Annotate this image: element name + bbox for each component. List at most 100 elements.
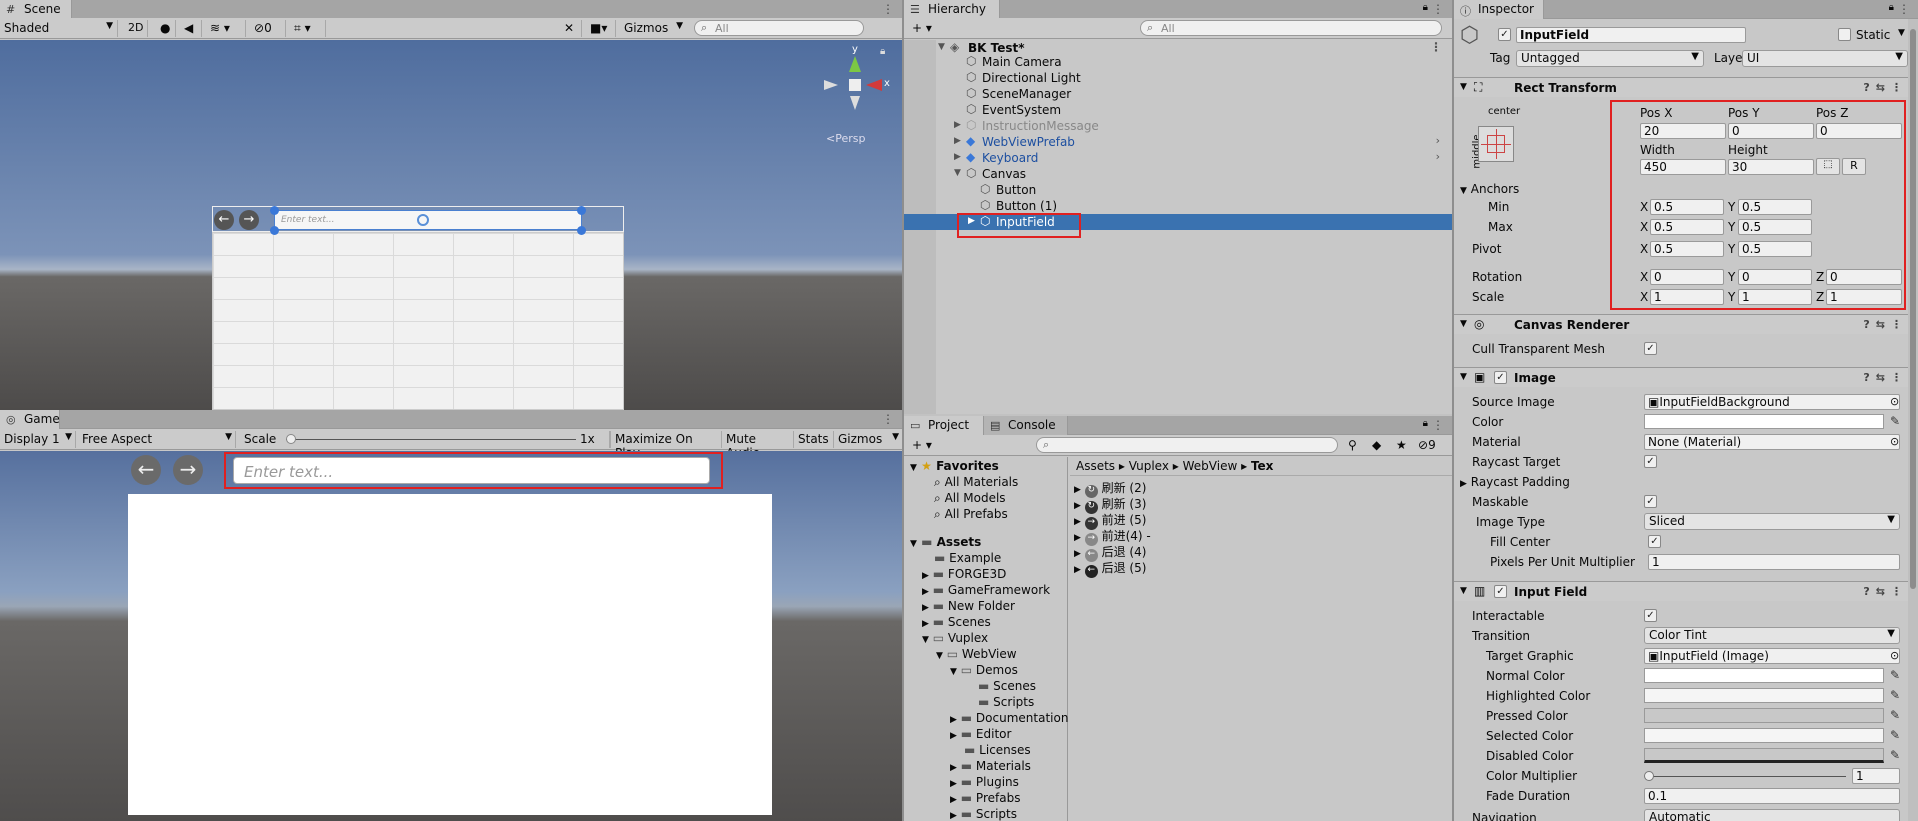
game-viewport[interactable]: ← → Enter text...: [0, 451, 902, 821]
active-checkbox[interactable]: ✓: [1498, 28, 1511, 41]
chevron-right-icon[interactable]: ›: [1436, 150, 1440, 163]
anchor-preset-button[interactable]: [1478, 126, 1514, 162]
tab-hierarchy[interactable]: ☰ Hierarchy: [904, 0, 1000, 19]
create-button[interactable]: + ▾: [908, 20, 938, 37]
handle-top-right[interactable]: [577, 206, 586, 215]
hierarchy-item-eventsystem[interactable]: ⬡ EventSystem: [904, 102, 1452, 118]
folder-demos-scripts[interactable]: ▬ Scripts: [978, 695, 1034, 711]
folder-demos-scenes[interactable]: ▬ Scenes: [978, 679, 1036, 695]
hierarchy-menu-icon[interactable]: ⋮: [1432, 2, 1444, 16]
target-graphic-field[interactable]: ▣InputField (Image): [1644, 648, 1900, 664]
persp-label[interactable]: <Persp: [826, 132, 865, 145]
stats-button[interactable]: Stats: [794, 431, 834, 448]
folder-plugins[interactable]: ▶ ▬ Plugins: [950, 775, 1019, 791]
shading-dropdown[interactable]: Shaded ▼: [0, 20, 118, 37]
fade-duration-field[interactable]: 0.1: [1644, 788, 1900, 804]
image-type-dropdown[interactable]: Sliced ▼: [1644, 513, 1900, 530]
eyedropper-icon[interactable]: ✎: [1890, 748, 1900, 762]
project-search-input[interactable]: ⌕: [1036, 437, 1338, 453]
cull-mesh-checkbox[interactable]: ✓: [1644, 342, 1657, 355]
breadcrumb-webview[interactable]: WebView: [1183, 459, 1238, 473]
color-multiplier-field[interactable]: 1: [1852, 768, 1900, 784]
object-name-input[interactable]: InputField: [1516, 27, 1746, 43]
component-header-icons[interactable]: ?⇆⋮: [1863, 585, 1908, 598]
tab-scene[interactable]: # Scene: [0, 0, 72, 19]
hidden-packages-toggle[interactable]: ⊘9: [1414, 437, 1448, 454]
component-header-icons[interactable]: ?⇆⋮: [1863, 81, 1908, 94]
lock-icon[interactable]: 🔒︎: [1423, 418, 1428, 429]
game-back-button[interactable]: ←: [131, 455, 161, 485]
camera-icon[interactable]: ■▾: [586, 20, 616, 37]
fav-all-prefabs[interactable]: ⌕ All Prefabs: [934, 507, 1008, 523]
hierarchy-item-canvas[interactable]: ▼ ⬡ Canvas: [904, 166, 1452, 182]
lock-icon[interactable]: 🔒︎: [880, 46, 885, 57]
hierarchy-item-keyboard[interactable]: ▶ ◆ Keyboard ›: [904, 150, 1452, 166]
file-item[interactable]: ▶ → 前进(4) -: [1074, 527, 1151, 546]
folder-webview[interactable]: ▼ ▭ WebView: [936, 647, 1017, 663]
aspect-dropdown[interactable]: Free Aspect ▼: [78, 431, 236, 448]
anchors-foldout[interactable]: ▼ Anchors: [1460, 182, 1519, 196]
hierarchy-item-button[interactable]: ⬡ Button: [904, 182, 1452, 198]
axis-x-cone[interactable]: [866, 79, 882, 91]
handle-bottom-right[interactable]: [577, 226, 586, 235]
folder-materials[interactable]: ▶ ▬ Materials: [950, 759, 1031, 775]
transition-dropdown[interactable]: Color Tint ▼: [1644, 627, 1900, 644]
rect-transform-header[interactable]: ▼ ⛶ Rect Transform ?⇆⋮: [1454, 77, 1918, 97]
folder-editor[interactable]: ▶ ▬ Editor: [950, 727, 1011, 743]
folder-documentation[interactable]: ▶ ▬ Documentation: [950, 711, 1068, 727]
scale-slider-track[interactable]: [286, 439, 576, 440]
eyedropper-icon[interactable]: ✎: [1890, 728, 1900, 742]
axis-y-cone[interactable]: [849, 56, 861, 72]
axis-neg-y-cone[interactable]: [850, 96, 860, 110]
game-gizmos-button[interactable]: Gizmos ▼: [834, 431, 902, 448]
favorites-header[interactable]: ▼ ★ Favorites: [910, 459, 999, 475]
2d-toggle[interactable]: 2D: [124, 20, 148, 37]
folder-vuplex[interactable]: ▼ ▭ Vuplex: [922, 631, 988, 647]
filter-label-icon[interactable]: ◆: [1368, 437, 1390, 454]
normal-color-swatch[interactable]: [1644, 668, 1884, 683]
chevron-right-icon[interactable]: ›: [1436, 134, 1440, 147]
hierarchy-item-directional-light[interactable]: ⬡ Directional Light: [904, 70, 1452, 86]
hierarchy-item-scenemanager[interactable]: ⬡ SceneManager: [904, 86, 1452, 102]
mute-audio-button[interactable]: Mute Audio: [722, 431, 794, 460]
canvas-renderer-header[interactable]: ▼ ◎ Canvas Renderer ?⇆⋮: [1454, 314, 1918, 334]
chevron-down-icon[interactable]: ▼: [1898, 28, 1905, 38]
tab-inspector[interactable]: ⓘ Inspector: [1454, 0, 1544, 19]
vertical-divider-right[interactable]: [1452, 0, 1454, 821]
breadcrumb-vuplex[interactable]: Vuplex: [1129, 459, 1169, 473]
folder-forge3d[interactable]: ▶ ▬ FORGE3D: [922, 567, 1006, 583]
input-field-header[interactable]: ▼ ▥ ✓ Input Field ?⇆⋮: [1454, 581, 1918, 601]
color-multiplier-slider-track[interactable]: [1650, 776, 1846, 777]
axis-center-cube[interactable]: [849, 79, 861, 91]
scale-control[interactable]: Scale 1x: [240, 431, 610, 448]
game-forward-button[interactable]: →: [173, 455, 203, 485]
tab-project[interactable]: ▭ Project: [904, 416, 984, 435]
filter-type-icon[interactable]: ⚲: [1344, 437, 1366, 454]
hierarchy-item-instructionmessage[interactable]: ▶ ⬡ InstructionMessage: [904, 118, 1452, 134]
audio-icon[interactable]: ◀: [180, 20, 202, 37]
file-item[interactable]: ▶ ↻ 刷新 (2): [1074, 479, 1146, 498]
image-enabled-checkbox[interactable]: ✓: [1494, 371, 1507, 384]
folder-licenses[interactable]: ▬ Licenses: [964, 743, 1031, 759]
file-item[interactable]: ▶ ← 后退 (4): [1074, 543, 1146, 562]
raycast-target-checkbox[interactable]: ✓: [1644, 455, 1657, 468]
folder-scenes[interactable]: ▶ ▬ Scenes: [922, 615, 991, 631]
folder-example[interactable]: ▬ Example: [934, 551, 1001, 567]
chevron-right-icon[interactable]: ▶: [954, 120, 961, 130]
ppu-field[interactable]: 1: [1648, 554, 1900, 570]
game-menu-icon[interactable]: ⋮: [882, 412, 894, 426]
chevron-down-icon[interactable]: ▼: [954, 168, 961, 178]
favorite-icon[interactable]: ★: [1392, 437, 1412, 454]
component-header-icons[interactable]: ?⇆⋮: [1863, 318, 1908, 331]
assets-header[interactable]: ▼ ▬ Assets: [910, 535, 981, 551]
scene-viewport[interactable]: ← → Enter text... y x 🔒︎ <Persp: [0, 40, 902, 410]
hierarchy-item-webviewprefab[interactable]: ▶ ◆ WebViewPrefab ›: [904, 134, 1452, 150]
folder-scripts[interactable]: ▶ ▬ Scripts: [950, 807, 1017, 821]
tab-game[interactable]: ◎ Game: [0, 410, 60, 429]
effects-icon[interactable]: ≋ ▾: [206, 20, 246, 37]
maximize-on-play-button[interactable]: Maximize On Play: [610, 431, 722, 460]
lock-icon[interactable]: 🔒︎: [1889, 2, 1894, 13]
color-swatch[interactable]: [1644, 414, 1884, 429]
file-item[interactable]: ▶ ← 后退 (5): [1074, 559, 1146, 578]
hierarchy-item-button-1[interactable]: ⬡ Button (1): [904, 198, 1452, 214]
